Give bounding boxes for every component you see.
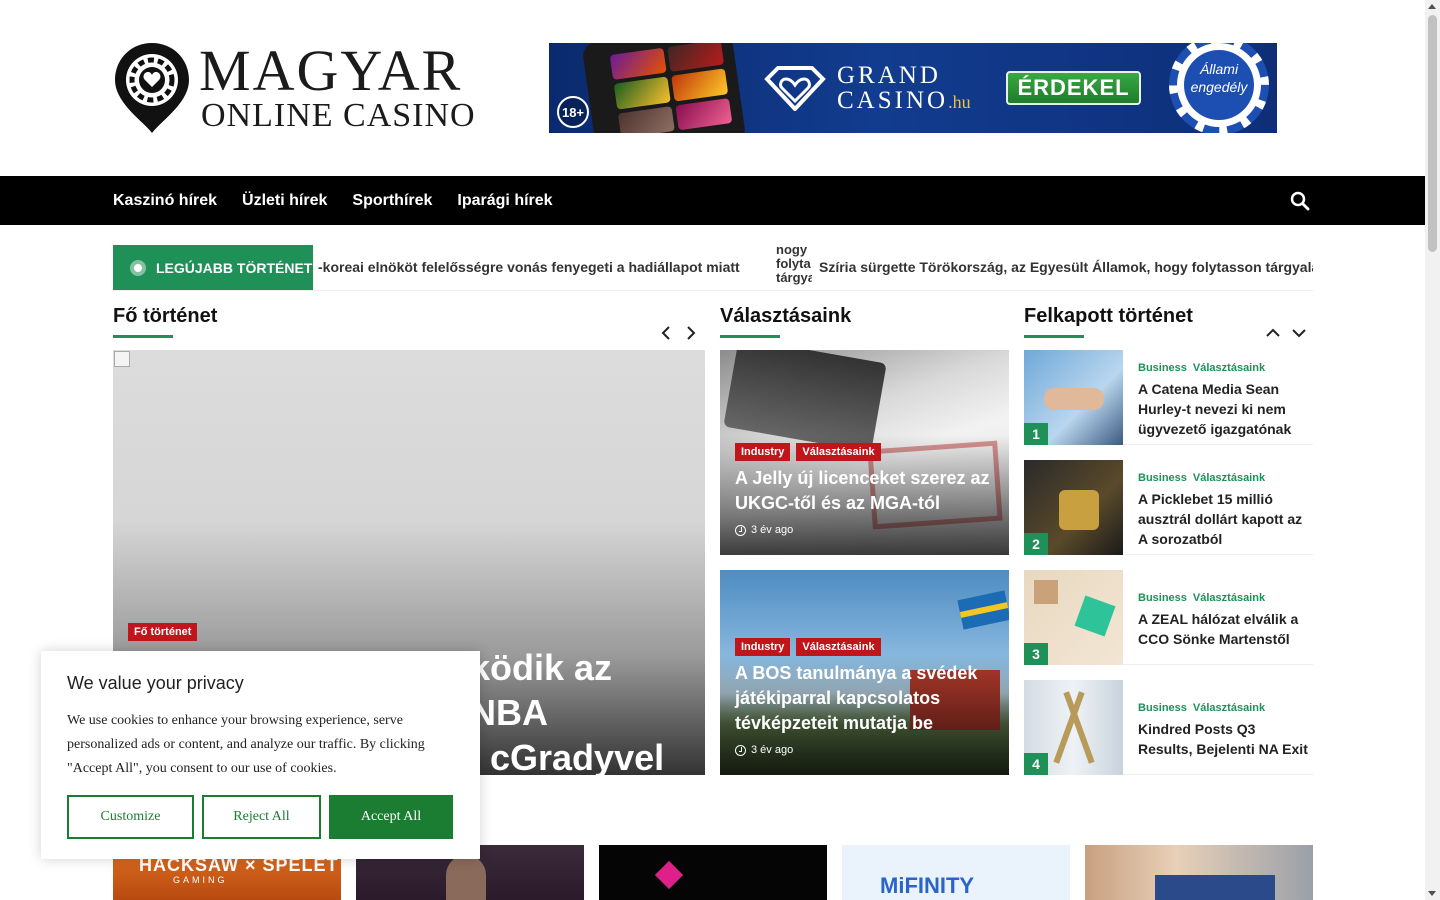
post-time: 3 év ago [735, 524, 793, 536]
trending-rank: 1 [1024, 423, 1048, 445]
trending-item[interactable]: 2 Business Választásaink A Picklebet 15 … [1024, 460, 1313, 555]
trending-rank: 4 [1024, 753, 1048, 775]
page-scrollbar[interactable] [1425, 0, 1440, 900]
cookie-text: We use cookies to enhance your browsing … [67, 713, 425, 776]
trending-item[interactable]: 1 Business Választásaink A Catena Media … [1024, 350, 1313, 445]
age-restriction-badge: 18+ [557, 96, 589, 128]
ticker-label: LEGÚJABB TÖRTÉNET [113, 245, 313, 290]
trending-title[interactable]: Kindred Posts Q3 Results, Bejelenti NA E… [1138, 719, 1308, 759]
trending-rank: 2 [1024, 533, 1048, 555]
nav-item-casino-news[interactable]: Kaszinó hírek [113, 192, 217, 210]
cookie-consent-dialog: We value your privacy We use cookies to … [41, 651, 480, 859]
category-link[interactable]: Választásaink [1193, 702, 1265, 714]
logo-subtitle: ONLINE CASINO [201, 97, 476, 134]
category-link[interactable]: Business [1138, 702, 1187, 714]
accept-all-button[interactable]: Accept All [329, 795, 453, 839]
scroll-thumb[interactable] [1428, 15, 1437, 252]
search-icon[interactable] [1290, 191, 1310, 211]
page: MAGYAR ONLINE CASINO 18+ GRAND CASINO.hu… [0, 0, 1440, 900]
site-logo[interactable]: MAGYAR ONLINE CASINO [113, 40, 505, 136]
chevron-up-icon[interactable] [1262, 322, 1284, 344]
choice-card[interactable]: Industry Választásaink A BOS tanulmánya … [720, 570, 1009, 775]
handshake-image: 1 [1024, 350, 1123, 445]
chevron-right-icon[interactable] [680, 322, 702, 344]
wooden-blocks-image: 3 [1024, 570, 1123, 665]
choice-card-title[interactable]: A BOS tanulmánya a svédek játékiparral k… [735, 661, 997, 736]
trending-title[interactable]: A Picklebet 15 millió ausztrál dollárt k… [1138, 489, 1308, 549]
coins-chess-image: 2 [1024, 460, 1123, 555]
post-time: 3 év ago [735, 744, 793, 756]
live-dot-icon [130, 259, 146, 276]
category-badge[interactable]: Választásaink [796, 443, 881, 461]
category-link[interactable]: Business [1138, 472, 1187, 484]
building-thumbnail[interactable] [1085, 845, 1313, 900]
kindred-logo-image: 4 [1024, 680, 1123, 775]
banner-brand: GRAND CASINO.hu [837, 62, 971, 114]
reject-all-button[interactable]: Reject All [202, 795, 321, 839]
slot-games-image [605, 43, 737, 133]
cookie-title: We value your privacy [67, 673, 244, 693]
mifinity-thumbnail[interactable]: MiFINITY [842, 845, 1070, 900]
category-link[interactable]: Business [1138, 362, 1187, 374]
map-pin-chip-icon [113, 41, 191, 135]
ticker-item[interactable]: Szíria sürgette Törökország, az Egyesült… [819, 259, 1313, 275]
clock-icon [735, 524, 746, 536]
nav-item-business-news[interactable]: Üzleti hírek [242, 192, 327, 210]
ticker-item[interactable]: nogy folyta tárgya az [776, 245, 812, 289]
chip-text: Állami engedély [1184, 50, 1254, 120]
section-title-trending: Felkapott történet [1024, 305, 1193, 338]
choice-card-title[interactable]: A Jelly új licenceket szerez az UKGC-től… [735, 466, 997, 516]
scroll-up-icon[interactable] [1428, 4, 1436, 9]
broken-image-icon [114, 351, 130, 367]
logo-title: MAGYAR [199, 38, 463, 103]
news-ticker: LEGÚJABB TÖRTÉNET -koreai elnököt felelő… [113, 245, 1313, 291]
category-badge[interactable]: Industry [735, 443, 791, 461]
nav-item-industry-news[interactable]: Iparági hírek [457, 192, 552, 210]
choice-card[interactable]: Industry Választásaink A Jelly új licenc… [720, 350, 1009, 555]
ticker-item[interactable]: -koreai elnököt felelősségre vonás fenye… [318, 259, 740, 275]
category-link[interactable]: Választásaink [1193, 592, 1265, 604]
chevron-left-icon[interactable] [655, 322, 677, 344]
trending-item[interactable]: 4 Business Választásaink Kindred Posts Q… [1024, 680, 1313, 775]
category-link[interactable]: Választásaink [1193, 472, 1265, 484]
chevron-down-icon[interactable] [1288, 322, 1310, 344]
trending-title[interactable]: A Catena Media Sean Hurley-t nevezi ki n… [1138, 379, 1308, 439]
category-link[interactable]: Business [1138, 592, 1187, 604]
ticker-track: -koreai elnököt felelősségre vonás fenye… [318, 245, 1313, 290]
category-link[interactable]: Választásaink [1193, 362, 1265, 374]
section-title-main: Fő történet [113, 305, 218, 338]
clock-icon [735, 744, 746, 756]
star-thumbnail[interactable] [599, 845, 827, 900]
banner-cta-button[interactable]: ÉRDEKEL [1006, 71, 1141, 105]
category-badge[interactable]: Választásaink [796, 638, 881, 656]
casino-chip-icon: Állami engedély [1169, 43, 1269, 133]
trending-rank: 3 [1024, 643, 1048, 665]
grand-casino-banner-ad[interactable]: 18+ GRAND CASINO.hu ÉRDEKEL Állami enged… [549, 43, 1277, 133]
trending-title[interactable]: A ZEAL hálózat elválik a CCO Sönke Marte… [1138, 609, 1308, 649]
section-title-choices: Választásaink [720, 305, 852, 338]
customize-button[interactable]: Customize [67, 795, 194, 839]
category-badge[interactable]: Fő történet [128, 623, 198, 641]
nav-item-sports-news[interactable]: Sporthírek [352, 192, 432, 210]
scroll-down-icon[interactable] [1428, 891, 1436, 896]
category-badge[interactable]: Industry [735, 638, 791, 656]
diamond-heart-icon [764, 66, 826, 111]
trending-item[interactable]: 3 Business Választásaink A ZEAL hálózat … [1024, 570, 1313, 665]
main-nav: Kaszinó hírek Üzleti hírek Sporthírek Ip… [0, 176, 1425, 225]
